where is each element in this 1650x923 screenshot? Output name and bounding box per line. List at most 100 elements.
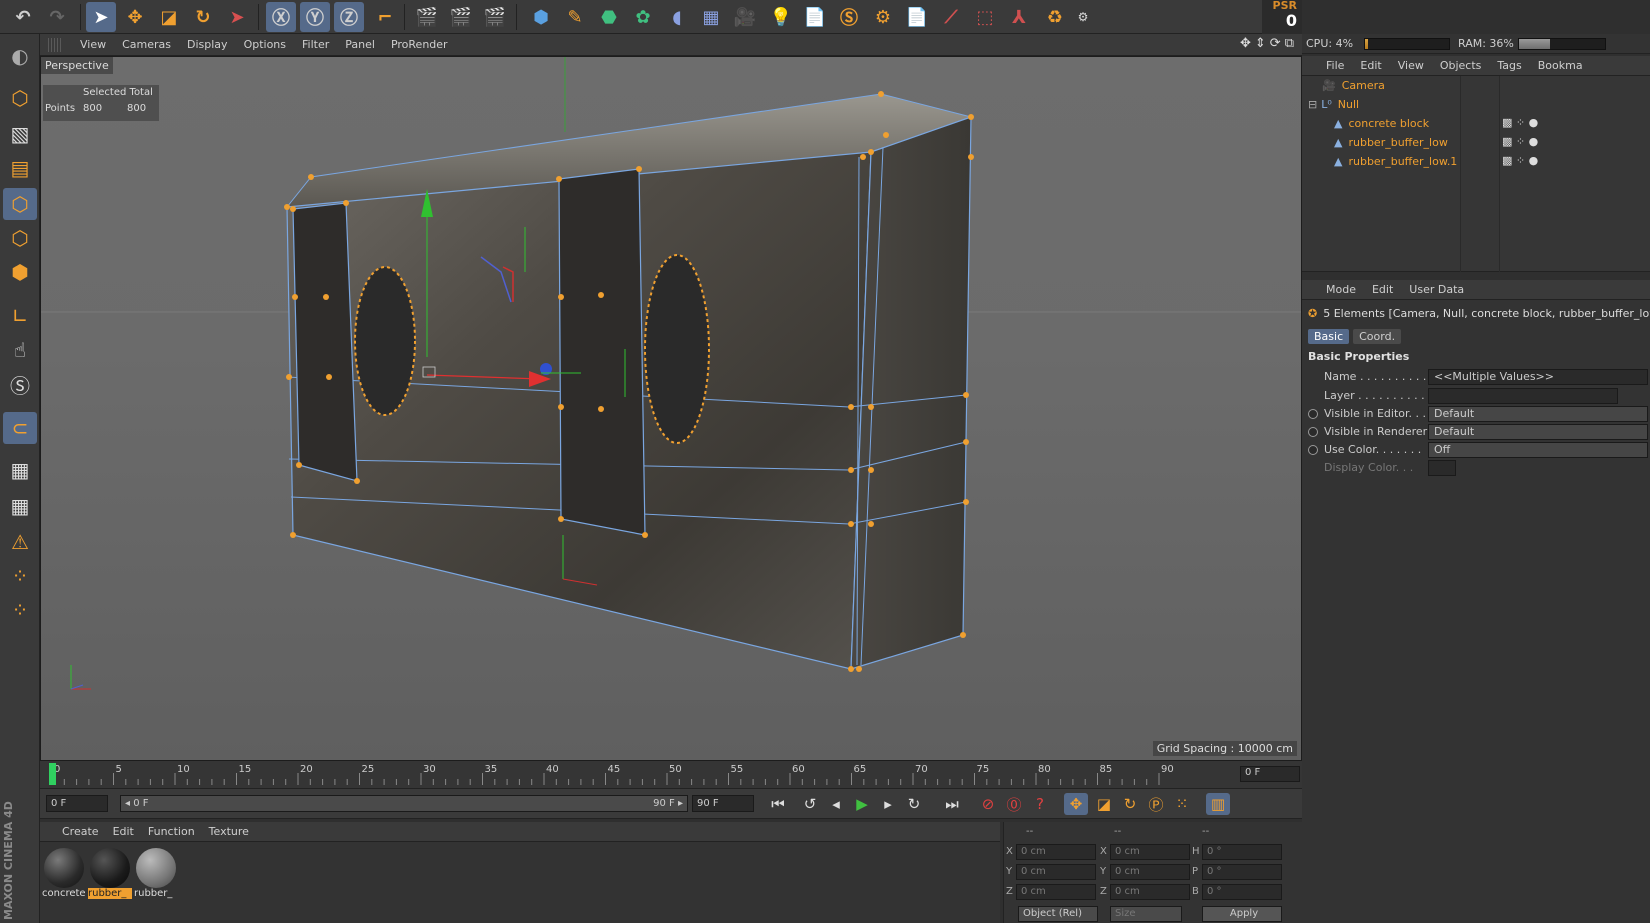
redo-icon[interactable]: ↷ <box>42 2 72 32</box>
size-x-field[interactable]: 0 cm <box>1110 844 1190 860</box>
rotate-icon[interactable]: ↻ <box>188 2 218 32</box>
end-frame-field[interactable]: 0 F <box>1240 766 1300 782</box>
snap-icon[interactable]: Ⓢ <box>3 368 37 400</box>
name-field[interactable]: <<Multiple Values>> <box>1428 369 1648 385</box>
menu-cameras[interactable]: Cameras <box>114 38 179 51</box>
max-frame-field[interactable]: 90 F <box>692 795 754 812</box>
planar-workplane-icon[interactable]: ▦ <box>3 490 37 522</box>
next-key-icon[interactable]: ↻ <box>902 793 926 815</box>
deformer-icon[interactable]: ◖ <box>662 2 692 32</box>
object-row-null[interactable]: ⊟ L⁰ Null <box>1302 95 1650 114</box>
previous-frame-icon[interactable]: ◂ <box>824 793 848 815</box>
menu-texture[interactable]: Texture <box>202 825 256 838</box>
subdivision-icon[interactable]: ⬣ <box>594 2 624 32</box>
record-icon[interactable]: ⊘ <box>976 793 1000 815</box>
range-slider[interactable]: ◂ 0 F 90 F ▸ <box>120 795 688 812</box>
tri-axis-icon[interactable]: ⚠ <box>3 526 37 558</box>
orbit-icon[interactable]: ⟳ <box>1270 36 1281 51</box>
z-axis-lock-icon[interactable]: Ⓩ <box>334 2 364 32</box>
animate-radio[interactable] <box>1308 409 1318 419</box>
points-mode-icon[interactable]: ⬡ <box>3 188 37 220</box>
workplane-icon[interactable]: ▤ <box>3 152 37 184</box>
panel-grip-icon[interactable] <box>48 37 62 52</box>
material-swatch[interactable]: rubber_ <box>88 848 132 904</box>
object-row-concrete-block[interactable]: ▲ concrete block <box>1302 114 1650 133</box>
menu-file[interactable]: File <box>1302 59 1352 72</box>
go-to-start-icon[interactable]: ⏮ <box>766 793 790 815</box>
edges-mode-icon[interactable]: ⬡ <box>3 222 37 254</box>
rotation-h-field[interactable]: 0 ° <box>1202 844 1282 860</box>
floor-icon[interactable]: ▦ <box>696 2 726 32</box>
next-frame-icon[interactable]: ▸ <box>876 793 900 815</box>
animate-radio[interactable] <box>1308 445 1318 455</box>
undo-icon[interactable]: ↶ <box>8 2 38 32</box>
y-axis-lock-icon[interactable]: Ⓨ <box>300 2 330 32</box>
recycle-icon[interactable]: ♻ <box>1040 2 1070 32</box>
layer-field[interactable] <box>1428 388 1618 404</box>
polygons-mode-icon[interactable]: ⬢ <box>3 256 37 288</box>
render-picture-viewer-icon[interactable]: 🎬 <box>446 2 476 32</box>
autokey-icon[interactable]: ⓪ <box>1002 793 1026 815</box>
gear-icon[interactable]: ⚙ <box>868 2 898 32</box>
visible-editor-dropdown[interactable]: Default <box>1428 406 1648 422</box>
size-z-field[interactable]: 0 cm <box>1110 884 1190 900</box>
script-manager-icon[interactable]: 📄 <box>902 2 932 32</box>
menu-bookmarks[interactable]: Bookma <box>1530 59 1591 72</box>
move-icon[interactable]: ✥ <box>120 2 150 32</box>
rotation-p-field[interactable]: 0 ° <box>1202 864 1282 880</box>
tab-coord[interactable]: Coord. <box>1353 328 1402 344</box>
key-scale-icon[interactable]: ◪ <box>1092 793 1116 815</box>
key-param-icon[interactable]: Ⓟ <box>1144 793 1168 815</box>
timeline-window-icon[interactable]: ▥ <box>1206 793 1230 815</box>
knife-icon[interactable]: ⟋ <box>936 2 966 32</box>
menu-objects[interactable]: Objects <box>1432 59 1490 72</box>
tweak-mode-icon[interactable]: ☝ <box>3 334 37 366</box>
solo-hierarchy-icon[interactable]: ⁘ <box>3 594 37 626</box>
object-row-camera[interactable]: 🎥 Camera <box>1302 76 1650 95</box>
menu-tags[interactable]: Tags <box>1489 59 1529 72</box>
key-position-icon[interactable]: ✥ <box>1064 793 1088 815</box>
menu-mode[interactable]: Mode <box>1302 283 1364 296</box>
cloner-icon[interactable]: ✿ <box>628 2 658 32</box>
size-mode-dropdown[interactable]: Size <box>1110 906 1182 922</box>
settings-small-icon[interactable]: ⚙ <box>1068 2 1098 32</box>
size-y-field[interactable]: 0 cm <box>1110 864 1190 880</box>
texture-tag-icon[interactable]: ▩ ⁘ ● <box>1502 154 1538 167</box>
bevel-icon[interactable]: ⬚ <box>970 2 1000 32</box>
pan-icon[interactable]: ✥ <box>1240 36 1251 51</box>
zoom-icon[interactable]: ⇕ <box>1255 36 1266 51</box>
menu-filter[interactable]: Filter <box>294 38 337 51</box>
joint-icon[interactable]: ⅄ <box>1004 2 1034 32</box>
make-editable-icon[interactable]: ◐ <box>3 40 37 72</box>
position-y-field[interactable]: 0 cm <box>1016 864 1096 880</box>
menu-options[interactable]: Options <box>236 38 294 51</box>
cube-icon[interactable]: ⬢ <box>526 2 556 32</box>
menu-edit[interactable]: Edit <box>106 825 141 838</box>
live-selection-icon[interactable]: ➤ <box>86 2 116 32</box>
position-z-field[interactable]: 0 cm <box>1016 884 1096 900</box>
magnet-icon[interactable]: ⊂ <box>3 412 37 444</box>
keyframe-selection-icon[interactable]: ? <box>1028 793 1052 815</box>
render-view-icon[interactable]: 🎬 <box>412 2 442 32</box>
play-icon[interactable]: ▶ <box>850 793 874 815</box>
object-row-rubber-buffer-low[interactable]: ▲ rubber_buffer_low <box>1302 133 1650 152</box>
timeline[interactable]: 0 5 10 15 20 25 30 35 40 45 50 55 60 65 70 75 80 85 90 0 F <box>40 761 1302 789</box>
texture-mode-icon[interactable]: ▧ <box>3 118 37 150</box>
use-color-dropdown[interactable]: Off <box>1428 442 1648 458</box>
maximize-icon[interactable]: ⧉ <box>1285 36 1294 51</box>
axis-mode-icon[interactable]: ∟ <box>3 300 37 332</box>
go-to-end-icon[interactable]: ⏭ <box>940 793 964 815</box>
key-pla-icon[interactable]: ⁙ <box>1170 793 1194 815</box>
menu-view[interactable]: View <box>72 38 114 51</box>
coord-mode-dropdown[interactable]: Object (Rel) <box>1018 906 1098 922</box>
pen-spline-icon[interactable]: ✎ <box>560 2 590 32</box>
coordinate-system-icon[interactable]: ⌐ <box>370 2 400 32</box>
texture-tag-icon[interactable]: ▩ ⁘ ● <box>1502 135 1538 148</box>
previous-key-icon[interactable]: ↺ <box>798 793 822 815</box>
menu-prorender[interactable]: ProRender <box>383 38 456 51</box>
model-mode-icon[interactable]: ⬡ <box>3 82 37 114</box>
rotation-b-field[interactable]: 0 ° <box>1202 884 1282 900</box>
visible-renderer-dropdown[interactable]: Default <box>1428 424 1648 440</box>
menu-view[interactable]: View <box>1390 59 1432 72</box>
viewport-perspective[interactable]: Perspective Selected Total Points 800 80… <box>40 56 1302 761</box>
